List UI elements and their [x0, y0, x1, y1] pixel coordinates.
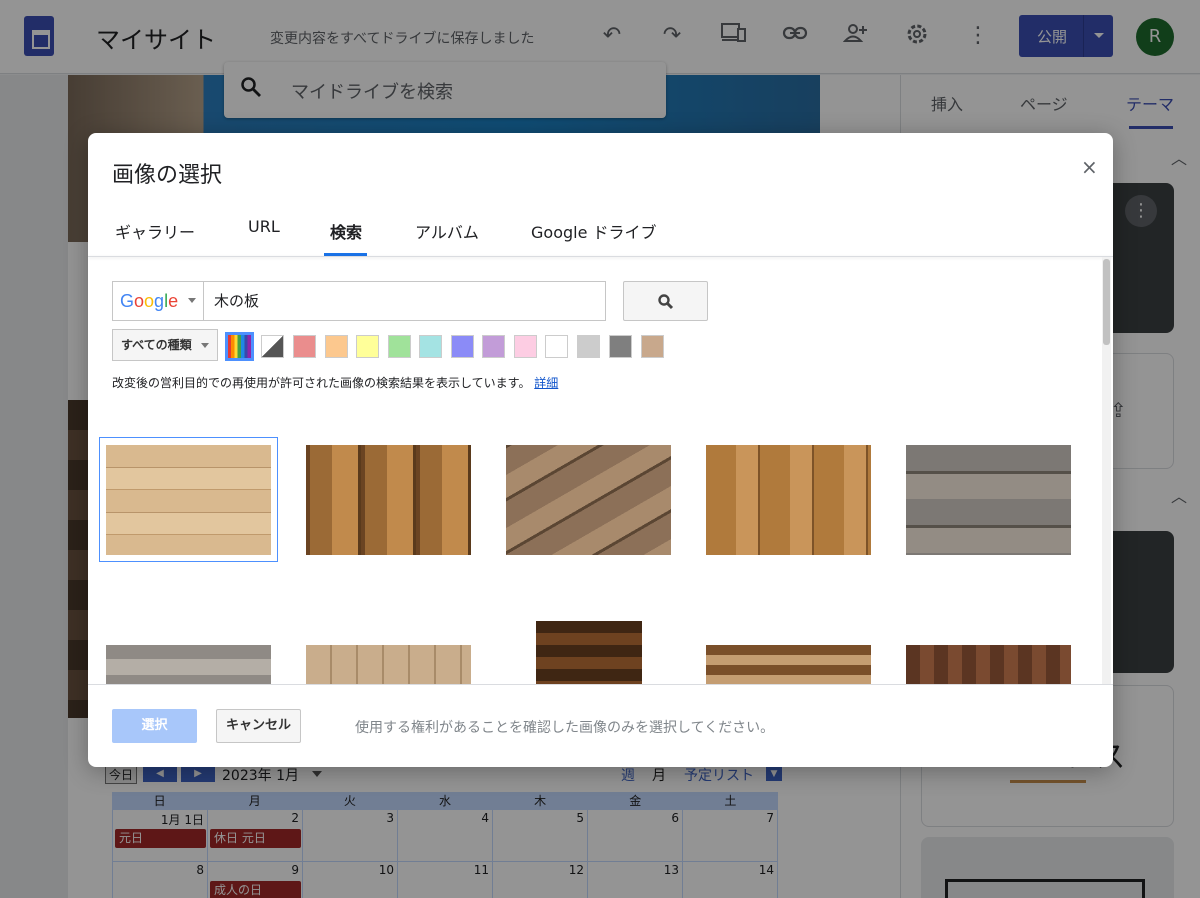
tab-search[interactable]: 検索 [330, 219, 362, 243]
image-result[interactable] [106, 445, 271, 555]
color-filter-swatch[interactable] [577, 335, 600, 358]
search-engine-select[interactable]: Google [112, 281, 204, 321]
license-text: 改変後の営利目的での再使用が許可された画像の検索結果を表示しています。 [112, 376, 531, 390]
search-button[interactable] [623, 281, 708, 321]
color-filter-swatch[interactable] [609, 335, 632, 358]
image-result[interactable] [706, 645, 871, 685]
rights-notice: 使用する権利があることを確認した画像のみを選択してください。 [355, 720, 775, 736]
color-filter-swatch[interactable] [451, 335, 474, 358]
tab-gallery[interactable]: ギャラリー [115, 219, 195, 243]
scrollbar-thumb[interactable] [1103, 259, 1110, 345]
dialog-title: 画像の選択 [112, 163, 223, 188]
color-filter-swatch[interactable] [356, 335, 379, 358]
google-logo: Google [120, 291, 179, 311]
color-filter-swatch[interactable] [545, 335, 568, 358]
cancel-button[interactable]: キャンセル [216, 709, 301, 743]
tabs-divider [88, 256, 1113, 257]
results-scrollbar[interactable] [1102, 257, 1111, 685]
image-result[interactable] [306, 645, 471, 685]
close-icon[interactable]: × [1081, 155, 1098, 179]
color-filter-swatch[interactable] [325, 335, 348, 358]
image-type-dropdown[interactable]: すべての種類 [112, 329, 218, 361]
color-filter-grayscale[interactable] [261, 335, 284, 358]
image-result[interactable] [536, 621, 642, 685]
image-results-grid [88, 413, 1103, 685]
image-result[interactable] [306, 445, 471, 555]
tab-google-drive[interactable]: Google ドライブ [531, 219, 657, 243]
chevron-down-icon [188, 298, 196, 303]
image-result[interactable] [706, 445, 871, 555]
color-filter-swatch[interactable] [419, 335, 442, 358]
color-filter-multicolor[interactable] [225, 332, 254, 361]
footer-divider [88, 684, 1113, 685]
image-result[interactable] [506, 445, 671, 555]
search-input[interactable]: 木の板 [203, 281, 606, 321]
image-result[interactable] [106, 645, 271, 685]
license-details-link[interactable]: 詳細 [534, 376, 558, 390]
color-filter-swatch[interactable] [388, 335, 411, 358]
color-filter-swatch[interactable] [514, 335, 537, 358]
tab-album[interactable]: アルバム [415, 219, 479, 243]
color-filter-swatch[interactable] [293, 335, 316, 358]
select-button[interactable]: 選択 [112, 709, 197, 743]
color-filter-swatch[interactable] [482, 335, 505, 358]
image-result[interactable] [906, 445, 1071, 555]
tab-url[interactable]: URL [248, 217, 280, 236]
image-picker-dialog: 画像の選択 × ギャラリー URL 検索 アルバム Google ドライブ Go… [88, 133, 1113, 767]
search-icon [657, 294, 673, 310]
color-filter-swatch[interactable] [641, 335, 664, 358]
license-notice: 改変後の営利目的での再使用が許可された画像の検索結果を表示しています。 詳細 [112, 374, 558, 391]
image-result[interactable] [906, 645, 1071, 685]
